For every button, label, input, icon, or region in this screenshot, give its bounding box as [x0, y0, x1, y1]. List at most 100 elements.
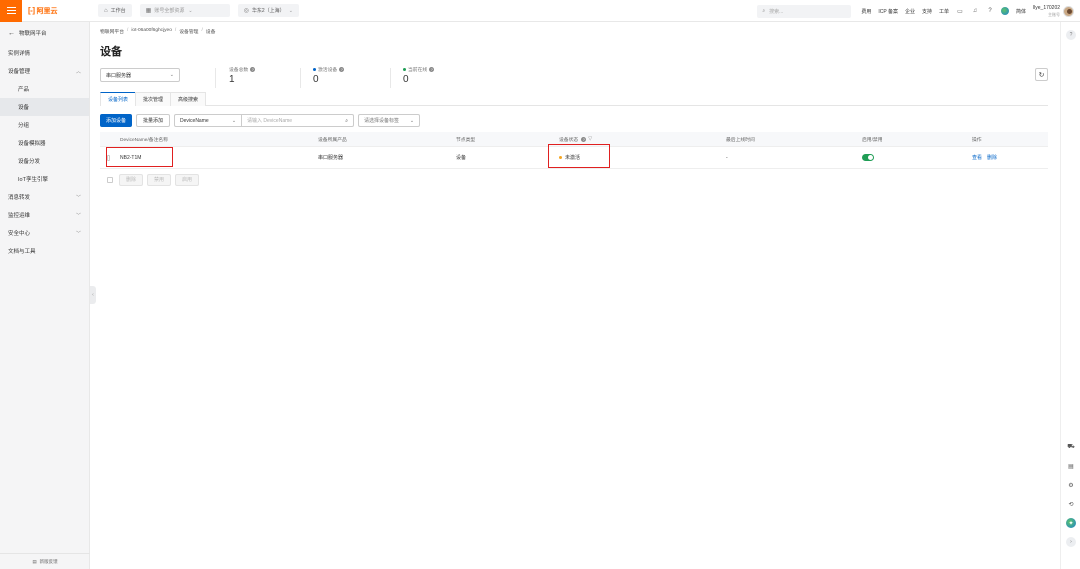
divider: [300, 68, 301, 88]
sidebar-item-label: IoT孪生引擎: [18, 177, 48, 183]
sidebar-item-group[interactable]: 分组: [0, 116, 89, 134]
column-header: 启用/禁用: [862, 137, 883, 143]
sidebar-item-device[interactable]: 设备: [0, 98, 89, 116]
main-menu-button[interactable]: [0, 0, 22, 22]
view-link[interactable]: 查看: [972, 154, 982, 161]
terminal-icon[interactable]: ▭: [956, 7, 964, 15]
chevron-left-icon: ‹: [92, 292, 94, 298]
product-select[interactable]: 串口服务器 ⌄: [100, 68, 180, 82]
logo-text: 阿里云: [36, 7, 58, 15]
help-icon[interactable]: ?: [339, 67, 345, 72]
sidebar-item-security[interactable]: 安全中心 ﹀: [0, 224, 89, 242]
bulk-disable-button[interactable]: 禁用: [147, 173, 172, 186]
batch-add-button[interactable]: 批量添加: [136, 114, 171, 127]
tab-advanced-search[interactable]: 高级搜索: [170, 92, 207, 106]
stat-online-devices: 当前在线? 0: [403, 66, 435, 85]
top-navigation-bar: [-] 阿里云 ⌂ 工作台 ▦ 账号全部资源 ⌄ ◎ 华东2（上海） ⌄ ⌕ 搜…: [0, 0, 1080, 22]
account-resource-dropdown[interactable]: ▦ 账号全部资源 ⌄: [139, 4, 230, 17]
feedback-button[interactable]: ▤ 新版反馈: [0, 553, 90, 569]
sidebar-item-docs-tools[interactable]: 文档与工具: [0, 242, 89, 260]
notification-bell-icon[interactable]: ♫: [971, 7, 979, 15]
filter-icon[interactable]: ▽: [588, 136, 592, 142]
document-icon[interactable]: ▤: [1066, 461, 1076, 471]
assistant-icon[interactable]: ✦: [1066, 518, 1076, 528]
help-icon[interactable]: ?: [250, 67, 256, 72]
breadcrumb-item: 设备: [205, 30, 216, 35]
refresh-icon: ↻: [1038, 71, 1045, 79]
right-tool-rail: ? ⛟ ▤ ⚙ ⟲ ✦ ›: [1060, 22, 1080, 569]
bulk-actions: 删除 禁用 启用: [100, 173, 203, 186]
cart-icon[interactable]: ⛟: [1066, 442, 1076, 452]
aliyun-logo[interactable]: [-] 阿里云: [28, 6, 86, 16]
top-link-billing[interactable]: 费用: [861, 8, 871, 15]
breadcrumb-item[interactable]: iot-06a00f6ghcjyeo: [131, 28, 172, 35]
globe-icon[interactable]: [1001, 7, 1010, 15]
search-icon[interactable]: ⌕: [345, 118, 348, 124]
select-all-checkbox[interactable]: [107, 176, 113, 183]
help-icon[interactable]: ?: [429, 67, 435, 72]
chevron-right-icon[interactable]: ›: [1066, 537, 1076, 547]
workbench-button[interactable]: ⌂ 工作台: [98, 4, 132, 17]
node-type-cell: 设备: [456, 155, 467, 161]
global-search-input[interactable]: ⌕ 搜索...: [757, 4, 852, 18]
sidebar-item-device-distribution[interactable]: 设备分发: [0, 152, 89, 170]
sidebar-item-product[interactable]: 产品: [0, 80, 89, 98]
breadcrumb-item[interactable]: 设备管理: [179, 28, 198, 35]
top-link-enterprise[interactable]: 企业: [905, 8, 915, 15]
top-link-icp[interactable]: ICP 备案: [878, 8, 898, 15]
sidebar-back-header[interactable]: ← 物联网平台: [0, 22, 89, 44]
sidebar-item-label: 文档与工具: [8, 249, 36, 255]
account-resource-label: 账号全部资源: [154, 8, 185, 14]
add-device-button[interactable]: 添加设备: [100, 114, 133, 127]
grid-icon: ▦: [145, 8, 152, 14]
bulk-delete-button[interactable]: 删除: [119, 173, 144, 186]
refresh-button[interactable]: ↻: [1035, 68, 1048, 81]
column-header: 设备所属产品: [318, 137, 347, 143]
top-link-support[interactable]: 支持: [922, 8, 932, 15]
sidebar-item-monitoring[interactable]: 监控运维 ﹀: [0, 206, 89, 224]
status-dot-icon: [403, 68, 406, 71]
refresh-icon[interactable]: ⟲: [1066, 499, 1076, 509]
device-name-search-input[interactable]: 请输入 DeviceName ⌕: [242, 114, 355, 127]
sidebar-item-device-management[interactable]: 设备管理 ︿: [0, 62, 89, 80]
column-header-status: 设备状态 ? ▽: [559, 136, 726, 143]
tab-batch-management[interactable]: 批次管理: [135, 92, 172, 106]
help-icon[interactable]: ?: [986, 7, 994, 15]
filter-field-select[interactable]: DeviceName ⌄: [174, 114, 243, 127]
feedback-icon: ▤: [32, 558, 37, 564]
bulk-enable-button[interactable]: 启用: [175, 173, 200, 186]
sidebar-item-iot-twin[interactable]: IoT孪生引擎: [0, 170, 89, 188]
sidebar: ← 物联网平台 实例详情 设备管理 ︿ 产品 设备 分组 设备模拟器 设备分发 I…: [0, 22, 90, 569]
sidebar-item-label: 设备模拟器: [18, 141, 46, 147]
help-icon[interactable]: ?: [581, 136, 587, 142]
delete-link[interactable]: 删除: [987, 154, 997, 161]
sidebar-item-instance-detail[interactable]: 实例详情: [0, 44, 89, 62]
device-tag-select[interactable]: 请选择设备标签 ⌄: [358, 114, 421, 127]
chevron-down-icon: ⌄: [169, 72, 174, 78]
sidebar-item-device-simulator[interactable]: 设备模拟器: [0, 134, 89, 152]
sidebar-collapse-handle[interactable]: ‹: [90, 286, 96, 304]
enable-toggle[interactable]: [862, 154, 874, 161]
help-icon[interactable]: ?: [1066, 30, 1076, 40]
stat-activated-devices: 激活设备? 0: [313, 66, 345, 85]
search-icon: ⌕: [762, 8, 766, 14]
sidebar-item-label: 安全中心: [8, 231, 31, 237]
toolbar: 添加设备 批量添加 DeviceName ⌄ 请输入 DeviceName ⌕ …: [100, 114, 421, 127]
breadcrumb-item[interactable]: 物联网平台: [100, 28, 124, 35]
language-switch[interactable]: 简体: [1016, 8, 1026, 15]
region-dropdown[interactable]: ◎ 华东2（上海） ⌄: [237, 4, 299, 17]
home-icon: ⌂: [104, 7, 108, 14]
user-account-menu[interactable]: llye_170202 主账号: [1033, 5, 1060, 18]
divider: [390, 68, 391, 88]
avatar[interactable]: [1063, 5, 1074, 17]
sidebar-item-message-forwarding[interactable]: 消息转发 ﹀: [0, 188, 89, 206]
workbench-label: 工作台: [110, 8, 126, 14]
search-placeholder: 搜索...: [769, 8, 784, 15]
sidebar-item-label: 设备管理: [8, 69, 31, 75]
settings-icon[interactable]: ⚙: [1066, 480, 1076, 490]
chevron-down-icon: ⌄: [288, 7, 293, 14]
annotation-highlight: [548, 144, 610, 168]
product-cell: 串口服务器: [318, 155, 344, 161]
tab-device-list[interactable]: 设备列表: [100, 92, 137, 106]
top-link-ticket[interactable]: 工单: [939, 8, 949, 15]
